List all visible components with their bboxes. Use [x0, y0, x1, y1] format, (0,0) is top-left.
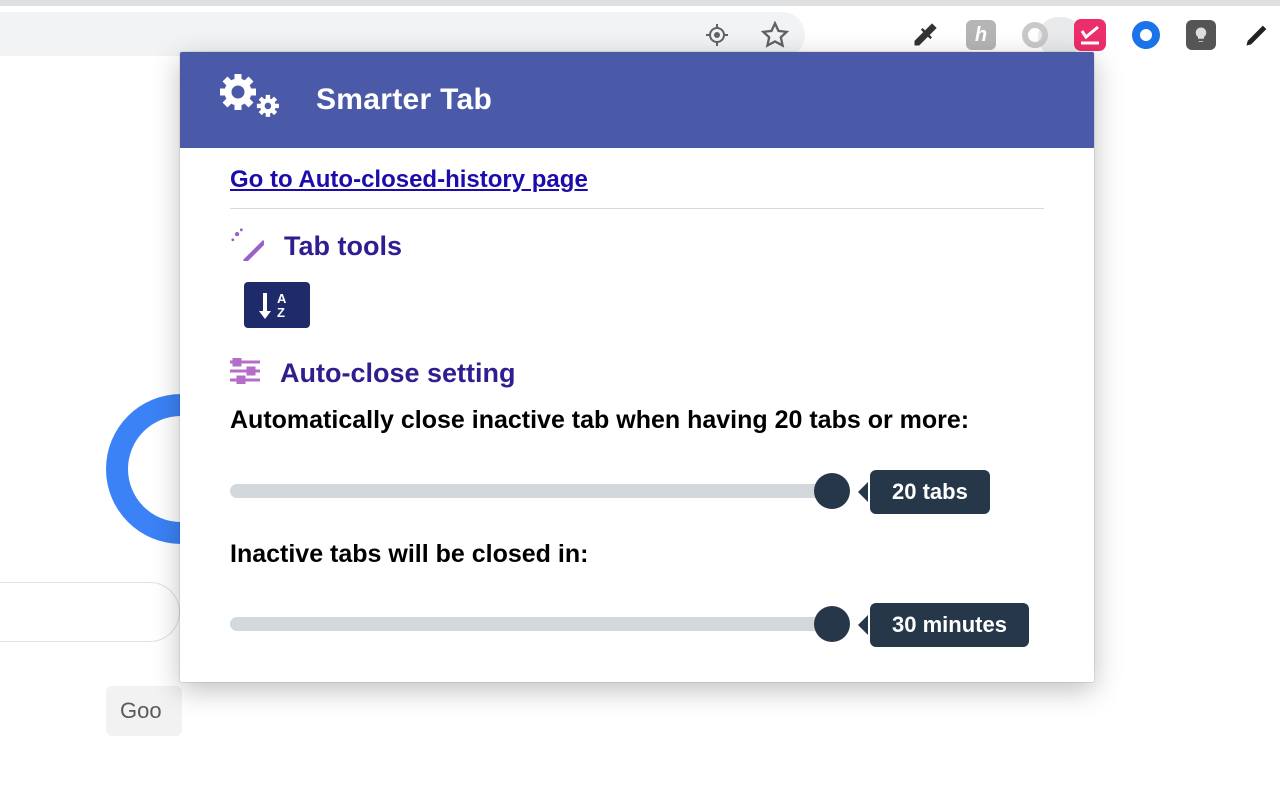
wand-icon: [230, 227, 264, 266]
tabs-threshold-slider[interactable]: 20 tabs: [230, 470, 1044, 510]
auto-close-section-header: Auto-close setting: [230, 358, 1044, 389]
extension-popup: Smarter Tab Go to Auto-closed-history pa…: [180, 52, 1094, 682]
smarter-tab-extension-icon[interactable]: [1074, 19, 1106, 51]
slider-track: [230, 484, 846, 498]
svg-text:Z: Z: [277, 305, 285, 320]
google-logo-fragment: [106, 394, 186, 544]
lightbulb-extension-icon[interactable]: [1186, 20, 1216, 50]
tab-tools-section-header: Tab tools: [230, 227, 1044, 266]
google-search-button-fragment[interactable]: Goo: [106, 686, 182, 736]
auto-close-description: Automatically close inactive tab when ha…: [230, 405, 1044, 436]
h-extension-icon[interactable]: h: [966, 20, 996, 50]
popup-title: Smarter Tab: [316, 83, 492, 117]
slider-value-label: 30 minutes: [870, 603, 1029, 647]
pen-extension-icon[interactable]: [1242, 20, 1272, 50]
auto-close-title: Auto-close setting: [280, 358, 516, 389]
slider-thumb[interactable]: [814, 473, 850, 509]
google-search-box-fragment[interactable]: [0, 582, 180, 642]
inactive-close-label: Inactive tabs will be closed in:: [230, 540, 1044, 569]
circle-extension-icon[interactable]: [1022, 22, 1048, 48]
divider: [230, 208, 1044, 209]
slider-thumb[interactable]: [814, 606, 850, 642]
sliders-icon: [230, 358, 260, 389]
svg-text:A: A: [277, 291, 287, 306]
gears-icon: [214, 70, 286, 131]
location-target-icon[interactable]: [702, 20, 732, 50]
popup-header: Smarter Tab: [180, 52, 1094, 148]
eyedropper-extension-icon[interactable]: [910, 20, 940, 50]
slider-track: [230, 617, 846, 631]
auto-closed-history-link[interactable]: Go to Auto-closed-history page: [230, 166, 588, 194]
bookmark-star-icon[interactable]: [760, 20, 790, 50]
blue-ring-extension-icon[interactable]: [1132, 21, 1160, 49]
browser-toolbar: h: [0, 0, 1280, 56]
inactive-time-slider[interactable]: 30 minutes: [230, 603, 1044, 643]
sort-az-button[interactable]: A Z: [244, 282, 310, 328]
slider-value-label: 20 tabs: [870, 470, 990, 514]
tab-tools-title: Tab tools: [284, 231, 402, 262]
